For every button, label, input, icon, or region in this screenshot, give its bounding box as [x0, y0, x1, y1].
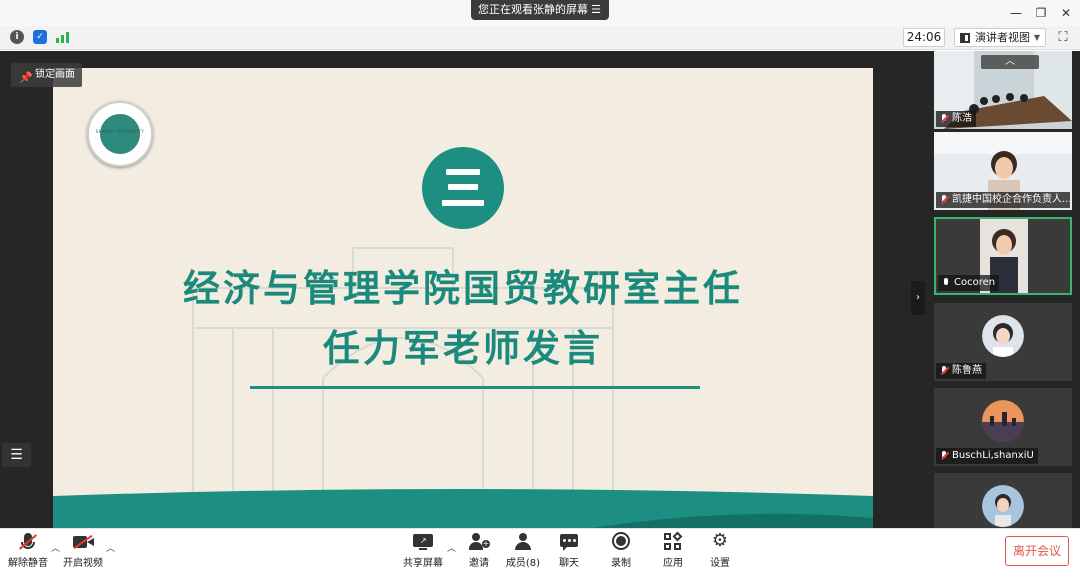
menu-icon[interactable]: ☰ [591, 0, 601, 20]
speaker-view-icon [960, 33, 970, 43]
meeting-controls-bar: 解除静音 ︿ 开启视频 ︿ ↗ 共享屏幕 ︿ + 邀请 成员(8) 聊天 录制 … [0, 528, 1080, 572]
invite-button[interactable]: + 邀请 [464, 532, 494, 572]
participant-name: 陈浩 [952, 113, 972, 124]
muted-mic-icon [940, 195, 950, 205]
video-off-icon [72, 532, 94, 552]
participant-strip: ︿ 陈浩 凯捷中国校企合作负责人... Cocoren 陈鲁燕 BuschLi,… [928, 51, 1080, 528]
lock-screen-label: 锁定画面 [35, 69, 75, 80]
shield-icon[interactable]: ✓ [33, 30, 47, 44]
settings-button[interactable]: ⚙ 设置 [705, 532, 735, 572]
settings-label: 设置 [710, 558, 730, 569]
participant-name-tag: 凯捷中国校企合作负责人... [936, 192, 1070, 208]
shared-screen-area: SHANXI UNIVERSITY 经济与管理学院国贸教研室主任 任力军老师发言… [0, 51, 1080, 528]
minimize-button[interactable]: — [1006, 3, 1026, 23]
share-screen-label: 共享屏幕 [403, 558, 443, 569]
participant-avatar [982, 315, 1024, 357]
fullscreen-button[interactable]: ⛶ [1054, 29, 1072, 47]
logo-emblem [97, 111, 143, 157]
record-icon [610, 532, 632, 552]
participant-name: BuschLi,shanxiU [952, 450, 1034, 461]
participant-tile[interactable]: BuschLi,shanxiU [934, 388, 1072, 466]
presentation-slide: SHANXI UNIVERSITY 经济与管理学院国贸教研室主任 任力军老师发言 [53, 68, 873, 528]
participant-avatar [982, 485, 1024, 527]
info-icon[interactable]: i [10, 30, 24, 44]
participant-name-tag: 陈浩 [936, 111, 976, 127]
scroll-up-button[interactable]: ︿ [981, 55, 1039, 69]
participant-name: 凯捷中国校企合作负责人... [952, 194, 1070, 205]
participant-name: Cocoren [954, 277, 996, 288]
muted-mic-icon [17, 532, 39, 552]
muted-mic-icon [940, 114, 950, 124]
logo-text: SHANXI UNIVERSITY [95, 129, 145, 134]
unmute-label: 解除静音 [8, 558, 48, 569]
pin-icon: 📌 [19, 71, 33, 84]
meeting-toolbar: i ✓ 24:06 演讲者视图 ▼ ⛶ [0, 26, 1080, 50]
apps-button[interactable]: 应用 [658, 531, 688, 572]
university-logo: SHANXI UNIVERSITY [87, 101, 153, 167]
apps-label: 应用 [663, 558, 683, 569]
participant-name-tag: BuschLi,shanxiU [936, 448, 1038, 464]
add-user-icon: + [468, 532, 490, 552]
share-screen-icon: ↗ [412, 532, 434, 552]
participant-tile[interactable]: 陈鲁燕 [934, 303, 1072, 381]
chat-button[interactable]: 聊天 [554, 532, 584, 572]
section-number-badge [422, 147, 504, 229]
close-button[interactable]: ✕ [1056, 3, 1076, 23]
collapse-strip-button[interactable]: › [911, 281, 925, 315]
title-bar: 您正在观看张静的屏幕 ☰ — ❐ ✕ [0, 0, 1080, 26]
chat-label: 聊天 [559, 558, 579, 569]
meeting-timer: 24:06 [903, 28, 945, 47]
start-video-button[interactable]: 开启视频 [62, 532, 104, 572]
meeting-window: 您正在观看张静的屏幕 ☰ — ❐ ✕ i ✓ 24:06 演讲者视图 ▼ ⛶ S… [0, 0, 1080, 572]
start-video-label: 开启视频 [63, 558, 103, 569]
mic-icon [942, 278, 950, 288]
chevron-down-icon: ▼ [1033, 33, 1040, 42]
members-button[interactable]: 成员(8) [505, 532, 541, 572]
participant-tile-active[interactable]: Cocoren [934, 217, 1072, 295]
viewing-screen-indicator[interactable]: 您正在观看张静的屏幕 ☰ [471, 0, 609, 20]
apps-grid-icon [662, 531, 684, 552]
record-button[interactable]: 录制 [606, 532, 636, 572]
signal-icon[interactable] [56, 31, 70, 43]
muted-mic-icon [940, 366, 950, 376]
participant-avatar [982, 400, 1024, 442]
record-label: 录制 [611, 558, 631, 569]
gear-icon: ⚙ [711, 530, 729, 551]
slide-title-line2: 任力军老师发言 [323, 327, 603, 370]
list-menu-button[interactable]: ☰ [2, 443, 31, 467]
participant-name: 陈鲁燕 [952, 365, 982, 376]
view-mode-label: 演讲者视图 [975, 31, 1030, 44]
share-options-caret[interactable]: ︿ [447, 541, 456, 554]
leave-meeting-button[interactable]: 离开会议 [1005, 536, 1069, 566]
video-options-caret[interactable]: ︿ [106, 541, 115, 554]
viewing-screen-text: 您正在观看张静的屏幕 [478, 3, 588, 16]
participant-name-tag: Cocoren [938, 275, 1000, 291]
invite-label: 邀请 [469, 558, 489, 569]
participant-tile[interactable] [934, 473, 1072, 528]
lock-screen-button[interactable]: 📌 锁定画面 [11, 63, 82, 87]
chat-icon [558, 532, 580, 552]
participant-tile[interactable]: 凯捷中国校企合作负责人... [934, 132, 1072, 210]
members-label: 成员(8) [505, 558, 541, 569]
members-icon [512, 532, 534, 552]
slide-wave-decoration [53, 489, 873, 528]
audio-options-caret[interactable]: ︿ [51, 541, 60, 554]
muted-mic-icon [940, 451, 950, 461]
unmute-button[interactable]: 解除静音 [8, 532, 48, 572]
participant-name-tag: 陈鲁燕 [936, 363, 986, 379]
participant-tile[interactable]: ︿ 陈浩 [934, 51, 1072, 129]
slide-title-line1: 经济与管理学院国贸教研室主任 [183, 267, 743, 310]
restore-button[interactable]: ❐ [1031, 3, 1051, 23]
share-screen-button[interactable]: ↗ 共享屏幕 [401, 532, 445, 572]
view-mode-select[interactable]: 演讲者视图 ▼ [954, 28, 1046, 47]
title-underline [250, 386, 700, 389]
